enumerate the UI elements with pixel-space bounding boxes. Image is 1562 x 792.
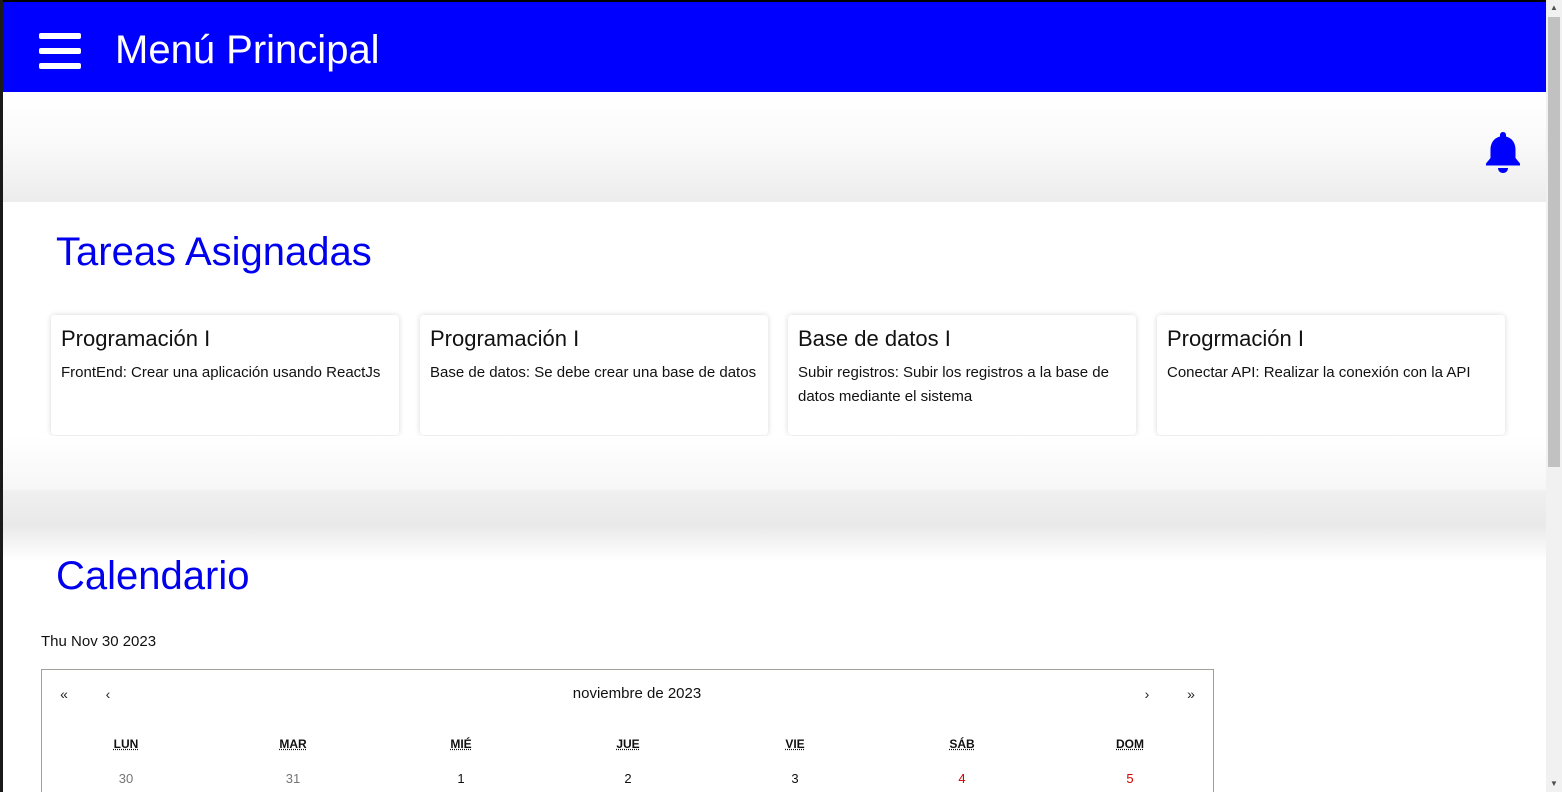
calendar-day[interactable]: 31	[253, 769, 333, 789]
calendar-day[interactable]: 1	[421, 769, 501, 789]
weekday-header: DOM	[1116, 737, 1144, 751]
notification-bar	[3, 92, 1546, 202]
next-year-button[interactable]: »	[1173, 682, 1209, 706]
scroll-up-arrow-icon[interactable]: ▲	[1546, 0, 1562, 16]
page-title: Menú Principal	[115, 28, 380, 72]
weekday-header: MIÉ	[450, 737, 472, 751]
weekday-header: LUN	[113, 737, 139, 751]
task-card-title: Programación I	[430, 326, 580, 351]
next-month-button[interactable]: ›	[1129, 682, 1165, 706]
vertical-scrollbar[interactable]: ▲ ▼	[1546, 0, 1562, 792]
calendar-day[interactable]: 5	[1090, 769, 1170, 789]
calendar-section-title: Calendario	[56, 554, 250, 598]
prev-year-button[interactable]: «	[46, 682, 82, 706]
task-card-description: Subir registros: Subir los registros a l…	[798, 364, 1109, 405]
calendar-day[interactable]: 30	[86, 769, 166, 789]
task-card[interactable]: Programación I FrontEnd: Crear una aplic…	[51, 315, 399, 435]
section-divider	[3, 490, 1546, 560]
task-cards: Programación I FrontEnd: Crear una aplic…	[51, 315, 1506, 436]
task-card-title: Progrmación I	[1167, 326, 1304, 351]
task-card[interactable]: Base de datos I Subir registros: Subir l…	[788, 315, 1136, 435]
calendar-widget: « ‹ noviembre de 2023 › » LUN MAR MIÉ JU…	[41, 669, 1214, 792]
calendar-day[interactable]: 3	[755, 769, 835, 789]
calendar-day[interactable]: 4	[922, 769, 1002, 789]
scroll-down-arrow-icon[interactable]: ▼	[1546, 776, 1562, 792]
section-divider-top	[3, 436, 1546, 492]
task-card-title: Base de datos I	[798, 326, 951, 351]
bell-icon[interactable]	[1483, 130, 1523, 174]
tasks-section-title: Tareas Asignadas	[56, 230, 372, 274]
prev-month-button[interactable]: ‹	[90, 682, 126, 706]
weekday-header: VIE	[785, 737, 805, 751]
hamburger-menu-icon[interactable]	[39, 33, 81, 71]
task-card-description: FrontEnd: Crear una aplicación usando Re…	[61, 364, 381, 381]
weekday-header: MAR	[279, 737, 307, 751]
task-card[interactable]: Progrmación I Conectar API: Realizar la …	[1157, 315, 1505, 435]
task-card[interactable]: Programación I Base de datos: Se debe cr…	[420, 315, 768, 435]
task-card-title: Programación I	[61, 326, 211, 351]
top-bar: Menú Principal	[3, 0, 1546, 92]
task-card-description: Base de datos: Se debe crear una base de…	[430, 364, 757, 381]
scrollbar-thumb[interactable]	[1548, 17, 1560, 467]
calendar-day[interactable]: 2	[588, 769, 668, 789]
weekday-header: SÁB	[949, 737, 975, 751]
app-window: Menú Principal Tareas Asignadas Programa…	[0, 0, 1546, 792]
weekday-header: JUE	[616, 737, 640, 751]
task-card-description: Conectar API: Realizar la conexión con l…	[1167, 364, 1471, 381]
month-year-label[interactable]: noviembre de 2023	[522, 682, 752, 706]
selected-date: Thu Nov 30 2023	[41, 633, 157, 650]
